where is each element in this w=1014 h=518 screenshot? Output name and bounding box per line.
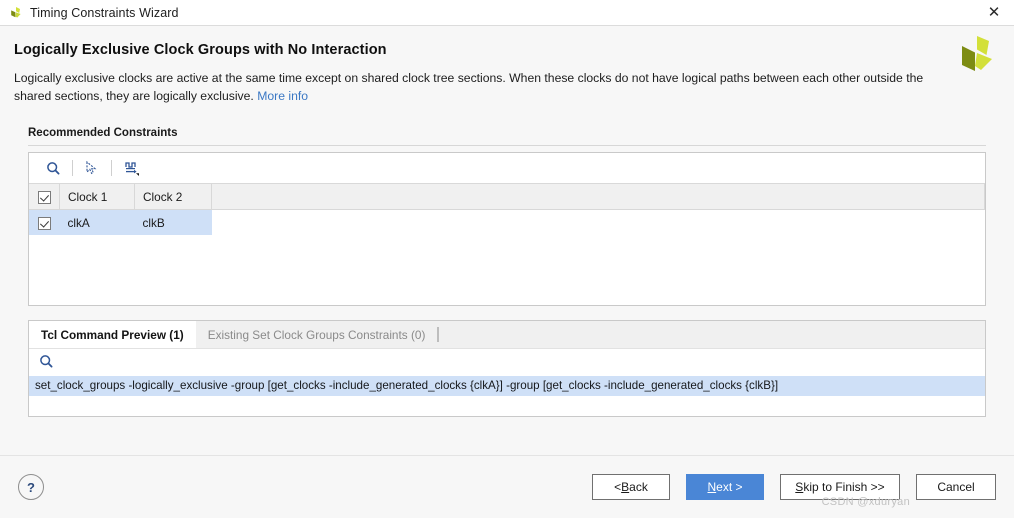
column-header-clock1[interactable]: Clock 1 — [59, 184, 135, 210]
tab-divider — [437, 327, 440, 342]
window-titlebar: Timing Constraints Wizard ✕ — [0, 0, 1014, 26]
cell-clock2: clkB — [134, 209, 212, 235]
toolbar-separator-1 — [72, 160, 73, 176]
section-label: Recommended Constraints — [28, 127, 178, 139]
vivado-logo-icon — [9, 6, 23, 20]
back-button-text: ack — [629, 480, 648, 494]
constraints-table: Clock 1 Clock 2 clkA clkB — [29, 184, 985, 235]
tcl-preview-empty-area — [29, 396, 985, 416]
skip-button-mnemonic: S — [795, 480, 804, 494]
page-header: Logically Exclusive Clock Groups with No… — [0, 26, 1014, 105]
page-description-text: Logically exclusive clocks are active at… — [14, 71, 924, 103]
select-all-icon[interactable] — [78, 156, 106, 180]
watermark: CSDN @xduryan — [821, 496, 910, 508]
constraints-panel: Clock 1 Clock 2 clkA clkB — [28, 152, 986, 306]
table-row[interactable]: clkA clkB — [29, 209, 985, 235]
search-icon[interactable] — [39, 156, 67, 180]
dialog-footer: ? < Back Next > Skip to Finish >> Cancel — [0, 455, 1014, 518]
cancel-button[interactable]: Cancel — [916, 474, 996, 500]
cell-filler — [211, 209, 985, 235]
next-button[interactable]: Next > — [686, 474, 764, 500]
preview-search-bar[interactable] — [29, 348, 985, 376]
row-checkbox[interactable] — [37, 216, 51, 230]
constraints-toolbar — [29, 153, 985, 184]
tcl-command-line[interactable]: set_clock_groups -logically_exclusive -g… — [29, 376, 985, 396]
search-icon[interactable] — [39, 354, 54, 372]
skip-button-text: kip to Finish >> — [803, 480, 885, 494]
cancel-button-text: Cancel — [937, 480, 975, 494]
tab-tcl-command-preview[interactable]: Tcl Command Preview (1) — [29, 321, 196, 348]
table-header-row: Clock 1 Clock 2 — [29, 184, 985, 210]
recommended-constraints-section: Recommended Constraints Clock 1 Clock 2 … — [28, 127, 986, 306]
select-all-checkbox-header[interactable] — [29, 184, 60, 210]
more-info-link[interactable]: More info — [257, 89, 308, 103]
row-checkbox-cell[interactable] — [29, 209, 60, 235]
next-button-text: ext > — [716, 480, 743, 494]
column-header-filler — [211, 184, 985, 210]
column-header-clock2[interactable]: Clock 2 — [134, 184, 212, 210]
page-description: Logically exclusive clocks are active at… — [14, 69, 936, 105]
constraints-empty-area — [29, 235, 985, 305]
window-title: Timing Constraints Wizard — [30, 5, 179, 20]
waveform-icon[interactable] — [117, 156, 145, 180]
toolbar-separator-2 — [111, 160, 112, 176]
tcl-preview-panel: Tcl Command Preview (1) Existing Set Clo… — [28, 320, 986, 417]
page-title: Logically Exclusive Clock Groups with No… — [14, 42, 387, 58]
next-button-mnemonic: N — [707, 480, 717, 494]
back-button-mnemonic: B — [621, 480, 630, 494]
back-button-prefix: < — [614, 480, 622, 494]
xilinx-logo-icon — [956, 34, 996, 76]
back-button[interactable]: < Back — [592, 474, 670, 500]
preview-tabs: Tcl Command Preview (1) Existing Set Clo… — [29, 321, 985, 348]
help-button[interactable]: ? — [18, 474, 44, 500]
tab-existing-constraints[interactable]: Existing Set Clock Groups Constraints (0… — [196, 321, 438, 348]
section-divider — [28, 145, 986, 146]
select-all-checkbox[interactable] — [37, 190, 51, 204]
close-icon[interactable]: ✕ — [974, 0, 1014, 26]
cell-clock1: clkA — [59, 209, 135, 235]
